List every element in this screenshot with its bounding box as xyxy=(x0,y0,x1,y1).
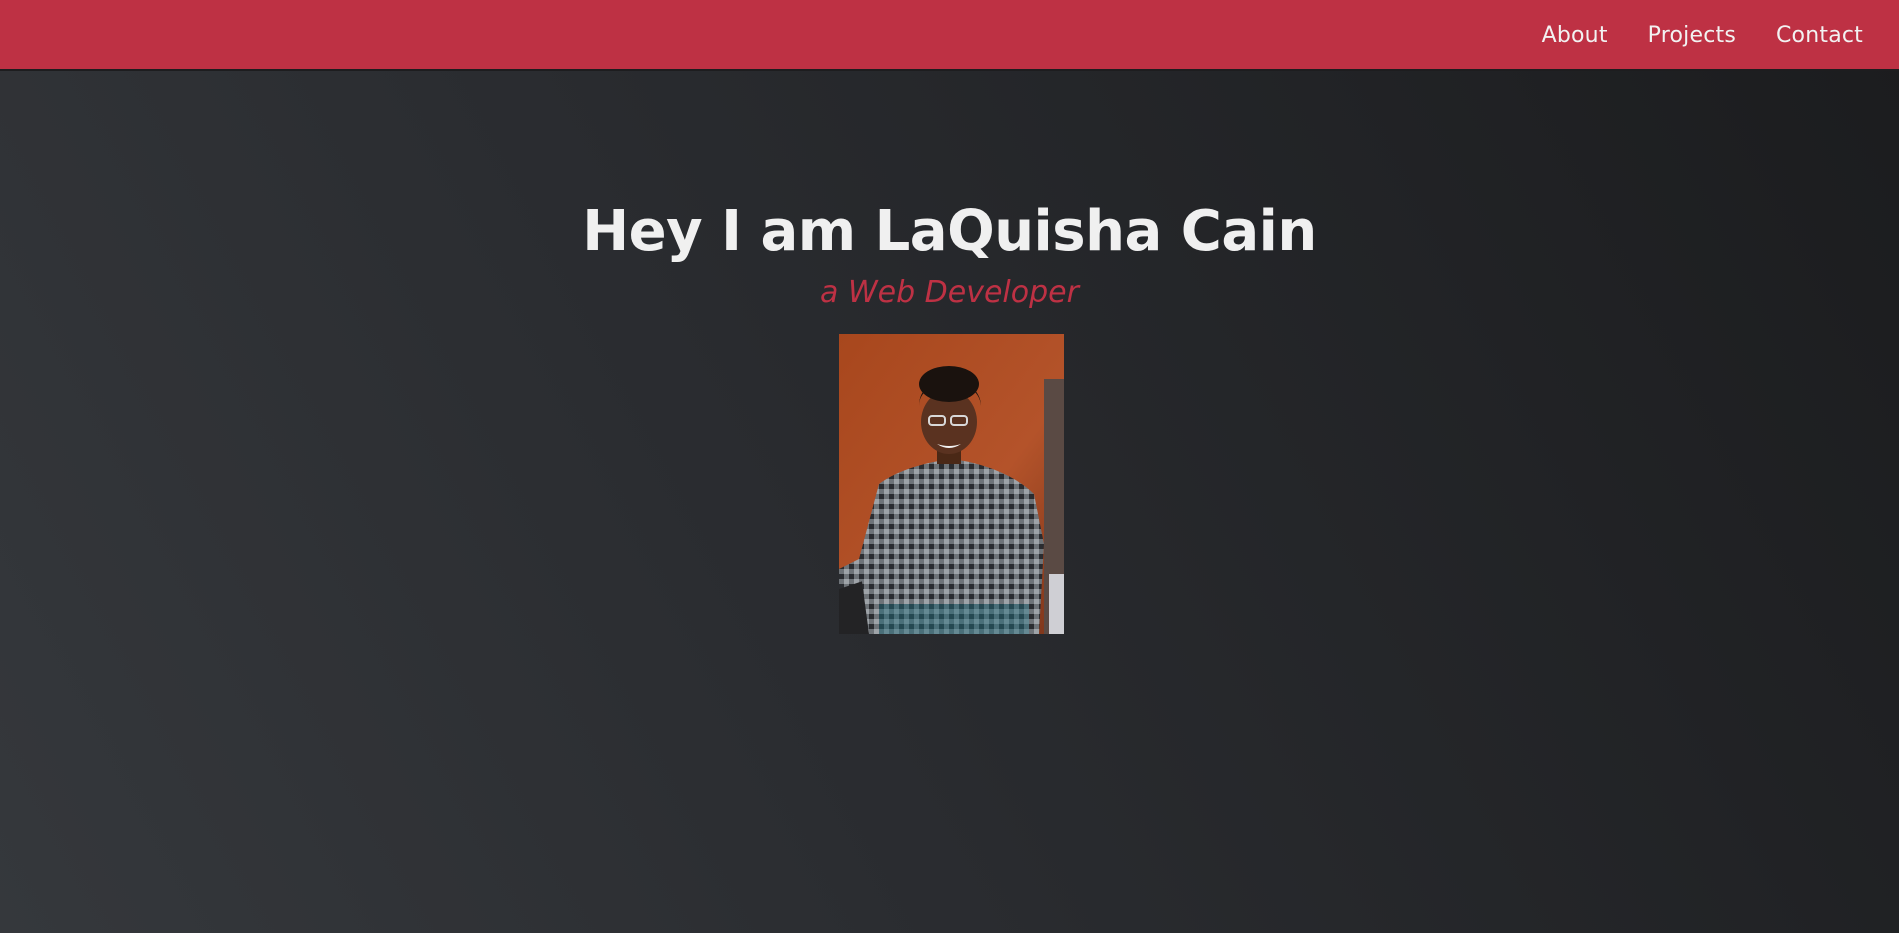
hero-subtitle: a Web Developer xyxy=(820,275,1079,310)
hero-title: Hey I am LaQuisha Cain xyxy=(582,199,1317,264)
top-navbar: About Projects Contact xyxy=(0,0,1899,71)
nav-list: About Projects Contact xyxy=(1502,0,1863,71)
nav-link-about[interactable]: About xyxy=(1542,23,1608,48)
nav-link-projects[interactable]: Projects xyxy=(1648,23,1736,48)
nav-link-contact[interactable]: Contact xyxy=(1776,23,1863,48)
profile-photo xyxy=(839,334,1064,634)
